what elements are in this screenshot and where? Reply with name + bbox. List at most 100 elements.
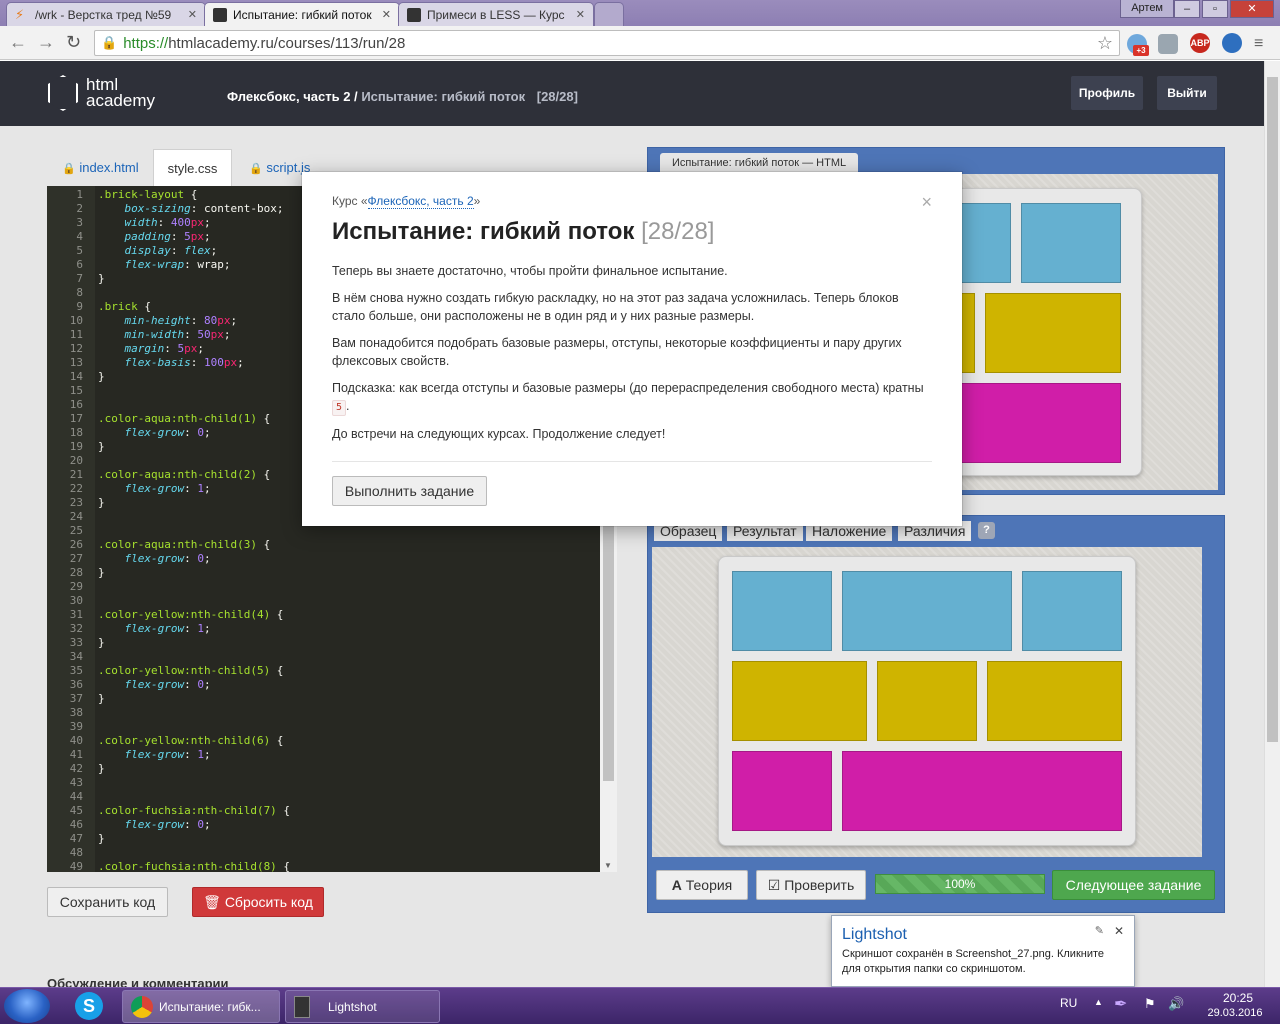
line-number: 44: [69, 790, 83, 803]
line-number: 10: [69, 314, 83, 327]
code-line: margin: 5px;: [124, 342, 205, 355]
forward-icon[interactable]: →: [37, 32, 55, 53]
next-task-button[interactable]: Следующее задание: [1052, 870, 1215, 900]
start-button[interactable]: [4, 989, 50, 1023]
line-number: 14: [69, 370, 83, 383]
scrollbar-thumb[interactable]: [1267, 77, 1278, 742]
code-line: flex-grow: 1;: [124, 622, 211, 635]
line-number: 38: [69, 706, 83, 719]
brick-yellow: [985, 293, 1121, 373]
save-code-button[interactable]: Сохранить код: [47, 887, 168, 917]
line-number: 19: [69, 440, 83, 453]
line-number: 37: [69, 692, 83, 705]
bookmark-star-icon[interactable]: ☆: [1097, 33, 1113, 54]
close-icon[interactable]: ✕: [184, 8, 197, 21]
new-tab-button[interactable]: [594, 2, 624, 26]
back-icon[interactable]: ←: [9, 32, 27, 53]
flag-icon[interactable]: ⚑: [1144, 996, 1156, 1012]
code-line: flex-grow: 1;: [124, 482, 211, 495]
html-academy-logo[interactable]: html academy: [48, 75, 155, 111]
profile-button[interactable]: Профиль: [1071, 76, 1143, 110]
html-academy-favicon-icon: [213, 7, 227, 22]
line-number: 40: [69, 734, 83, 747]
shield-extension-icon[interactable]: [1158, 34, 1178, 54]
brick-aqua: [732, 571, 832, 651]
modal-paragraph: До встречи на следующих курсах. Продолже…: [332, 427, 666, 441]
help-icon[interactable]: ?: [978, 522, 995, 539]
lightning-icon: ⚡: [15, 6, 25, 22]
scroll-down-icon[interactable]: ▼: [604, 861, 612, 870]
line-number: 20: [69, 454, 83, 467]
do-task-button[interactable]: Выполнить задание: [332, 476, 487, 506]
line-number: 26: [69, 538, 83, 551]
preview-html-tab[interactable]: Испытание: гибкий поток — HTML: [660, 153, 859, 173]
taskbar-item-chrome[interactable]: Испытание: гибк...: [122, 990, 280, 1023]
minimize-icon[interactable]: –: [1174, 0, 1200, 18]
brick-aqua: [1021, 203, 1121, 283]
course-suffix: »: [473, 194, 481, 208]
line-number: 45: [69, 804, 83, 817]
volume-icon[interactable]: 🔊: [1168, 996, 1184, 1012]
logout-button[interactable]: Выйти: [1157, 76, 1217, 110]
close-icon[interactable]: ✕: [1114, 924, 1124, 938]
code-line: }: [98, 566, 105, 579]
check-label: Проверить: [784, 877, 855, 893]
scrollbar-thumb[interactable]: [603, 526, 614, 781]
tab-label: style.css: [167, 161, 218, 176]
modal-divider: [332, 461, 932, 462]
logo-text-line2: academy: [86, 91, 155, 110]
browser-tab-title: /wrk - Верстка тред №59: [35, 7, 172, 22]
adblock-icon[interactable]: ABP: [1190, 33, 1210, 53]
hint-code: 5: [332, 400, 347, 416]
theory-button[interactable]: A Теория: [656, 870, 748, 900]
globe-icon[interactable]: [1222, 33, 1242, 53]
browser-tab-less[interactable]: Примеси в LESS — Курс ✕: [398, 2, 594, 26]
check-button[interactable]: ☑ Проверить: [756, 870, 866, 900]
code-line: flex-wrap: wrap;: [124, 258, 231, 271]
lightshot-notification[interactable]: Lightshot Скриншот сохранён в Screenshot…: [831, 915, 1135, 987]
line-number: 9: [76, 300, 83, 313]
code-line: flex-grow: 0;: [124, 552, 211, 565]
close-window-icon[interactable]: ✕: [1230, 0, 1274, 18]
clock-date[interactable]: 29.03.2016: [1198, 1007, 1272, 1019]
task-modal: Курс «Флексбокс, часть 2» × Испытание: г…: [302, 172, 962, 526]
code-line: .color-yellow:nth-child(5) {: [98, 664, 284, 677]
page-scrollbar[interactable]: [1264, 61, 1280, 987]
taskbar-item-lightshot[interactable]: Lightshot: [285, 990, 440, 1023]
tray-expand-icon[interactable]: ▲: [1094, 997, 1103, 1007]
line-number: 29: [69, 580, 83, 593]
code-line: flex-grow: 0;: [124, 818, 211, 831]
skype-icon[interactable]: S: [70, 991, 108, 1022]
address-bar[interactable]: 🔒 https:// htmlacademy.ru/courses/113/ru…: [94, 30, 1120, 56]
browser-tab-wrk[interactable]: ⚡ /wrk - Верстка тред №59 ✕: [6, 2, 206, 26]
line-number: 31: [69, 608, 83, 621]
result-preview-panel: [647, 515, 1225, 913]
language-indicator[interactable]: RU: [1060, 996, 1077, 1010]
clock-time[interactable]: 20:25: [1210, 991, 1266, 1005]
theory-label: Теория: [685, 877, 733, 893]
close-icon[interactable]: ×: [921, 192, 932, 213]
feather-icon[interactable]: ✒: [1114, 994, 1127, 1014]
tab-index-html[interactable]: 🔒 index.html: [50, 149, 151, 186]
close-icon[interactable]: ✕: [572, 8, 585, 21]
code-line: .color-aqua:nth-child(3) {: [98, 538, 271, 551]
code-line: .color-yellow:nth-child(4) {: [98, 608, 284, 621]
maximize-icon[interactable]: ▫: [1202, 0, 1228, 18]
profile-badge[interactable]: Артем: [1120, 0, 1174, 18]
pin-icon[interactable]: ✎: [1095, 924, 1104, 937]
brick-aqua: [1022, 571, 1122, 651]
line-number: 3: [76, 216, 83, 229]
line-number: 4: [76, 230, 83, 243]
code-line: }: [98, 636, 105, 649]
menu-icon[interactable]: ≡: [1254, 35, 1263, 53]
line-number: 30: [69, 594, 83, 607]
reload-icon[interactable]: ↻: [66, 32, 81, 53]
browser-tab-active[interactable]: Испытание: гибкий поток ✕: [204, 2, 400, 26]
reset-code-button[interactable]: 🗑 Сбросить код: [192, 887, 324, 917]
tab-style-css[interactable]: style.css: [153, 149, 232, 186]
code-line: .color-fuchsia:nth-child(8) {: [98, 860, 291, 872]
course-link[interactable]: Флексбокс, часть 2: [367, 194, 474, 209]
line-number: 16: [69, 398, 83, 411]
breadcrumb-course[interactable]: Флексбокс, часть 2 /: [227, 89, 358, 104]
close-icon[interactable]: ✕: [378, 8, 391, 21]
